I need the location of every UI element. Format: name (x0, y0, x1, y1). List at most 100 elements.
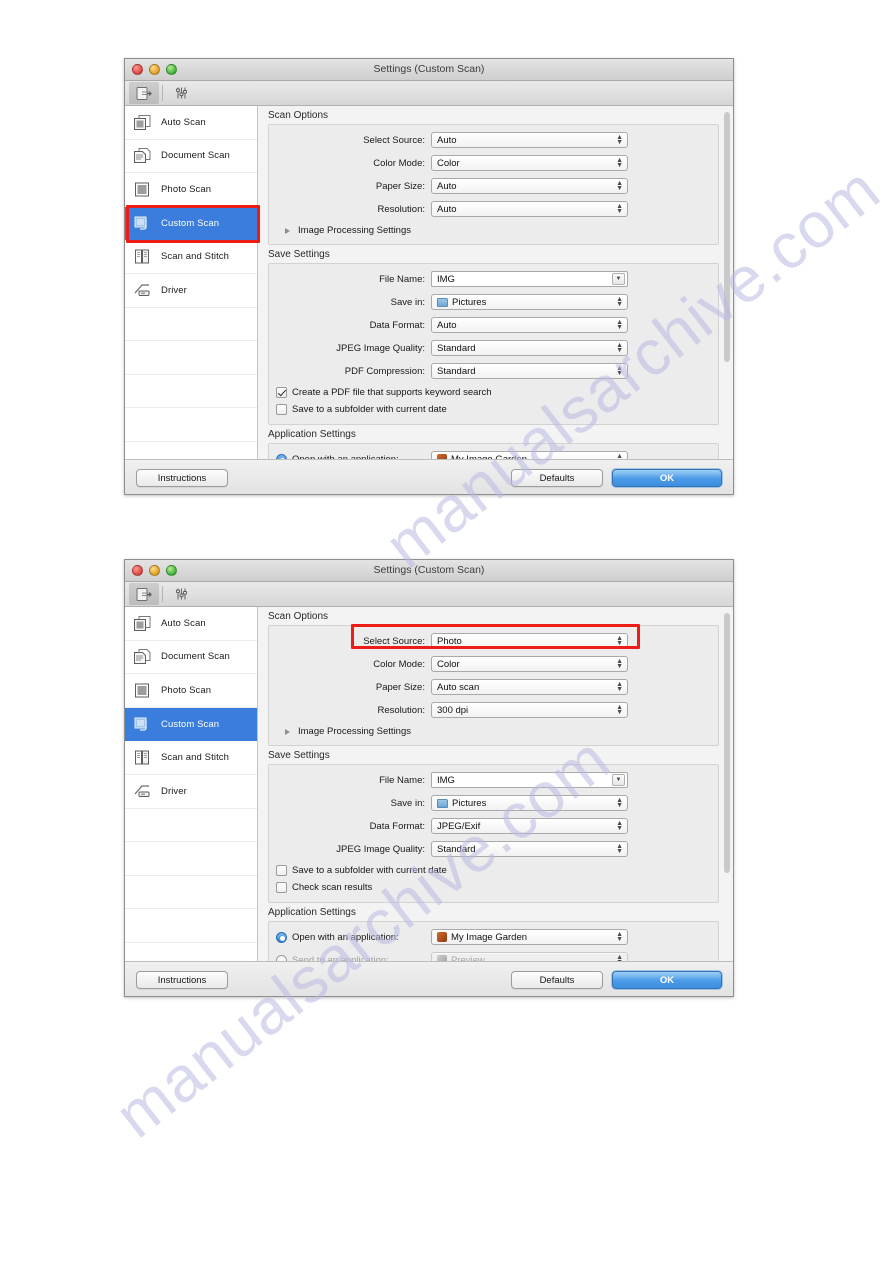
sidebar-item-scan-and-stitch[interactable]: Scan and Stitch (125, 240, 257, 274)
data-format-label: Data Format: (369, 820, 425, 832)
resolution-dropdown[interactable]: Auto ▲ ▼ (431, 201, 628, 217)
instructions-button[interactable]: Instructions (136, 469, 228, 487)
paper-size-dropdown[interactable]: Auto ▲ ▼ (431, 178, 628, 194)
select-source-label: Select Source: (363, 134, 425, 146)
open-with-application-label: Open with an application: (292, 931, 399, 943)
sidebar-item-photo-scan[interactable]: Photo Scan (125, 173, 257, 207)
sidebar-item-photo-scan[interactable]: Photo Scan (125, 674, 257, 708)
sidebar-item-label: Driver (161, 284, 187, 296)
sidebar-item-driver[interactable]: Driver (125, 775, 257, 809)
radio-icon[interactable] (276, 931, 287, 943)
file-name-value: IMG (437, 774, 455, 786)
open-with-application-row[interactable]: Open with an application: My Image Garde… (269, 449, 718, 459)
photo-scan-icon (133, 181, 152, 198)
chevron-down-icon[interactable]: ▼ (612, 273, 625, 285)
file-name-input[interactable]: IMG ▼ (431, 271, 628, 287)
open-with-application-dropdown[interactable]: My Image Garden ▲▼ (431, 451, 628, 459)
save-in-dropdown[interactable]: Pictures ▲ ▼ (431, 795, 628, 811)
general-settings-icon[interactable] (166, 583, 196, 605)
resolution-dropdown[interactable]: 300 dpi ▲ ▼ (431, 702, 628, 718)
select-source-dropdown[interactable]: Photo ▲ ▼ (431, 633, 628, 649)
sidebar-item-auto-scan[interactable]: Auto Scan (125, 106, 257, 140)
content-scrollbar[interactable] (724, 613, 730, 873)
paper-size-row: Paper Size: Auto scan ▲ ▼ (269, 677, 718, 697)
jpeg-image-quality-dropdown[interactable]: Standard ▲ ▼ (431, 340, 628, 356)
color-mode-value: Color (437, 658, 460, 670)
chevron-updown-icon: ▲▼ (616, 319, 623, 331)
sidebar-filler (125, 308, 257, 342)
resolution-value: Auto (437, 203, 457, 215)
save-in-value: Pictures (452, 797, 487, 809)
data-format-value: Auto (437, 319, 457, 331)
color-mode-dropdown[interactable]: Color ▲ ▼ (431, 155, 628, 171)
save-in-dropdown[interactable]: Pictures ▲ ▼ (431, 294, 628, 310)
chevron-updown-icon: ▲▼ (616, 797, 623, 809)
pdf-compression-dropdown[interactable]: Standard ▲ ▼ (431, 363, 628, 379)
chevron-updown-icon: ▲▼ (616, 342, 623, 354)
send-to-application-dropdown[interactable]: Preview ▲▼ (431, 952, 628, 961)
settings-window-1: Settings (Custom Scan) Auto Scan Documen… (124, 58, 734, 495)
check-scan-results-checkbox-row[interactable]: Check scan results (269, 879, 718, 896)
checkbox-icon[interactable] (276, 387, 287, 398)
chevron-right-icon (285, 728, 290, 735)
image-processing-settings-label: Image Processing Settings (298, 225, 412, 236)
open-with-application-row[interactable]: Open with an application: My Image Garde… (269, 927, 718, 947)
pdf-compression-label: PDF Compression: (344, 365, 425, 377)
sidebar-item-label: Document Scan (161, 150, 230, 162)
instructions-button[interactable]: Instructions (136, 971, 228, 989)
file-name-input[interactable]: IMG ▼ (431, 772, 628, 788)
image-processing-settings-disclosure[interactable]: Image Processing Settings (269, 723, 718, 739)
open-with-application-label-wrap: Open with an application: (269, 931, 431, 943)
create-pdf-keyword-search-label: Create a PDF file that supports keyword … (292, 387, 492, 398)
data-format-row: Data Format: Auto ▲ ▼ (269, 315, 718, 335)
select-source-value: Auto (437, 134, 457, 146)
send-to-application-row[interactable]: Send to an application: Preview ▲▼ (269, 950, 718, 961)
sidebar-item-document-scan[interactable]: Document Scan (125, 140, 257, 174)
chevron-updown-icon: ▲▼ (616, 203, 623, 215)
file-name-label: File Name: (379, 774, 425, 786)
data-format-dropdown[interactable]: JPEG/Exif ▲ ▼ (431, 818, 628, 834)
color-mode-dropdown[interactable]: Color ▲ ▼ (431, 656, 628, 672)
chevron-right-icon (285, 227, 290, 234)
window-1-titlebar[interactable]: Settings (Custom Scan) (125, 59, 733, 81)
save-subfolder-date-checkbox-row[interactable]: Save to a subfolder with current date (269, 401, 718, 418)
checkbox-icon[interactable] (276, 882, 287, 893)
sidebar-item-auto-scan[interactable]: Auto Scan (125, 607, 257, 641)
chevron-updown-icon: ▲▼ (616, 635, 623, 647)
save-subfolder-date-checkbox-row[interactable]: Save to a subfolder with current date (269, 862, 718, 879)
scan-tab-icon[interactable] (129, 82, 159, 104)
sidebar-item-custom-scan[interactable]: Custom Scan (125, 206, 257, 241)
image-processing-settings-disclosure[interactable]: Image Processing Settings (269, 222, 718, 238)
scan-tab-icon[interactable] (129, 583, 159, 605)
sidebar-item-scan-and-stitch[interactable]: Scan and Stitch (125, 741, 257, 775)
content-scrollbar[interactable] (724, 112, 730, 362)
window-2-titlebar[interactable]: Settings (Custom Scan) (125, 560, 733, 582)
save-in-row: Save in: Pictures ▲ ▼ (269, 793, 718, 813)
window-2-toolbar (125, 582, 733, 607)
jpeg-image-quality-dropdown[interactable]: Standard ▲ ▼ (431, 841, 628, 857)
general-settings-icon[interactable] (166, 82, 196, 104)
sidebar-filler (125, 408, 257, 442)
sidebar-item-custom-scan[interactable]: Custom Scan (125, 707, 257, 742)
auto-scan-icon (133, 615, 152, 632)
defaults-button[interactable]: Defaults (511, 469, 603, 487)
sidebar-filler (125, 909, 257, 943)
sidebar-item-document-scan[interactable]: Document Scan (125, 641, 257, 675)
chevron-updown-icon: ▲▼ (616, 820, 623, 832)
data-format-dropdown[interactable]: Auto ▲ ▼ (431, 317, 628, 333)
select-source-dropdown[interactable]: Auto ▲ ▼ (431, 132, 628, 148)
jpeg-image-quality-label: JPEG Image Quality: (336, 843, 425, 855)
chevron-down-icon[interactable]: ▼ (612, 774, 625, 786)
sidebar-item-driver[interactable]: Driver (125, 274, 257, 308)
folder-icon (437, 297, 448, 307)
open-with-application-dropdown[interactable]: My Image Garden ▲▼ (431, 929, 628, 945)
window-1-sidebar: Auto Scan Document Scan Photo Scan Custo… (125, 106, 258, 459)
checkbox-icon[interactable] (276, 865, 287, 876)
paper-size-label: Paper Size: (375, 681, 425, 693)
checkbox-icon[interactable] (276, 404, 287, 415)
ok-button[interactable]: OK (612, 469, 722, 487)
ok-button[interactable]: OK (612, 971, 722, 989)
create-pdf-keyword-search-checkbox-row[interactable]: Create a PDF file that supports keyword … (269, 384, 718, 401)
paper-size-dropdown[interactable]: Auto scan ▲ ▼ (431, 679, 628, 695)
defaults-button[interactable]: Defaults (511, 971, 603, 989)
